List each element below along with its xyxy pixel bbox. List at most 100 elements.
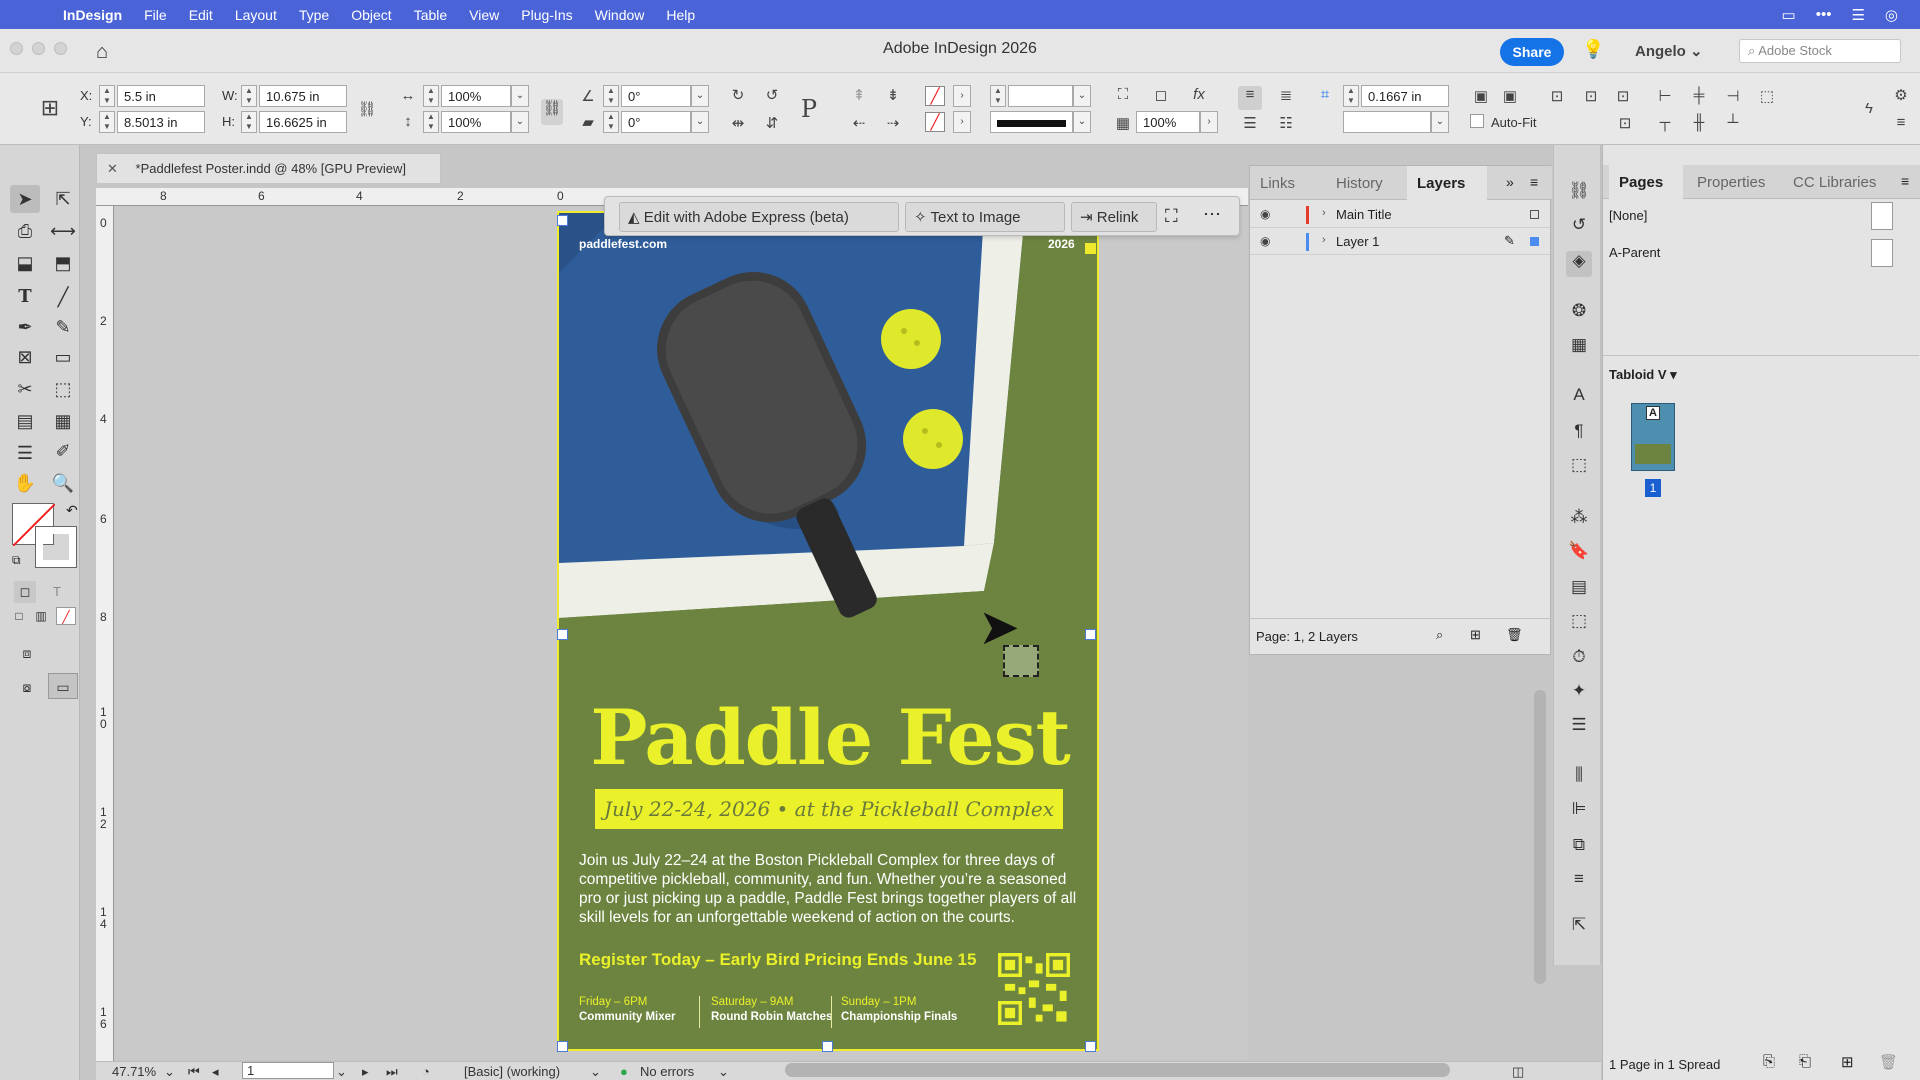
- flip-horizontal-icon[interactable]: ⇹: [727, 114, 749, 132]
- rotate-stepper[interactable]: ▲ ▼: [603, 85, 619, 107]
- share-button[interactable]: Share: [1500, 38, 1564, 66]
- align-top-edges-icon[interactable]: ┬: [1654, 114, 1676, 131]
- shear-stepper[interactable]: ▲ ▼: [603, 111, 619, 133]
- text-to-image-button[interactable]: ✧ Text to Image: [905, 202, 1065, 232]
- open-page-icon[interactable]: ◔: [422, 1064, 430, 1079]
- zoom-dropdown-icon[interactable]: ⌄: [164, 1064, 175, 1080]
- edit-page-size-icon[interactable]: ⎘: [1763, 1053, 1775, 1070]
- frame-fitting-icon[interactable]: ⛶: [1112, 86, 1134, 103]
- relink-button[interactable]: ⇥ Relink: [1071, 202, 1157, 232]
- rectangle-frame-tool-icon[interactable]: ⊠: [10, 343, 40, 371]
- menu-file[interactable]: File: [133, 7, 178, 23]
- gap-tool-icon[interactable]: ⌗: [1314, 86, 1336, 103]
- select-next-icon[interactable]: ⇢: [882, 114, 904, 132]
- search-icon[interactable]: ⌕: [1436, 627, 1443, 643]
- fit-proportional-icon[interactable]: ⊡: [1546, 87, 1568, 105]
- fill-none-icon[interactable]: ╱: [925, 86, 945, 106]
- note-tool-icon[interactable]: ☰: [10, 439, 40, 467]
- page-dropdown-icon[interactable]: ⌄: [336, 1064, 347, 1080]
- scale-y-field[interactable]: 100%: [441, 111, 511, 133]
- hand-tool-icon[interactable]: ✋: [10, 469, 40, 497]
- auto-fit-icon[interactable]: ⊡: [1614, 114, 1636, 132]
- type-tool-icon[interactable]: T: [10, 283, 40, 311]
- text-wrap-icon[interactable]: ☰: [1566, 715, 1592, 741]
- y-field[interactable]: 8.5013 in: [117, 111, 205, 133]
- align-text-center-icon[interactable]: ≣: [1274, 86, 1298, 104]
- swap-fill-stroke-icon[interactable]: ↶: [66, 502, 78, 519]
- visibility-eye-icon[interactable]: ◉: [1260, 207, 1270, 221]
- page-number[interactable]: 1: [1645, 479, 1661, 497]
- poster-description[interactable]: Join us July 22–24 at the Boston Pickleb…: [579, 851, 1079, 927]
- export-icon[interactable]: ⇱: [1566, 915, 1592, 941]
- autofit-checkbox[interactable]: [1470, 114, 1484, 128]
- menu-table[interactable]: Table: [403, 7, 458, 23]
- stroke-none-icon[interactable]: ╱: [925, 112, 945, 132]
- direct-selection-tool-icon[interactable]: ⇱: [48, 185, 78, 213]
- menu-plugins[interactable]: Plug-Ins: [510, 7, 583, 23]
- layer-row[interactable]: ◉ › Main Title: [1250, 202, 1550, 228]
- presentation-mode-icon[interactable]: ▭: [48, 673, 78, 699]
- page-tool-icon[interactable]: ⎙: [10, 217, 40, 245]
- formatting-text-icon[interactable]: T: [46, 581, 68, 603]
- page-size-dropdown[interactable]: Tabloid V ▾: [1609, 367, 1677, 383]
- new-page-icon[interactable]: ⊞: [1841, 1053, 1854, 1071]
- horizontal-scrollbar[interactable]: [785, 1063, 1450, 1077]
- scale-y-stepper[interactable]: ▲ ▼: [423, 111, 439, 133]
- selection-handle[interactable]: [1085, 629, 1096, 640]
- poster-title[interactable]: Paddle Fest: [559, 693, 1097, 782]
- menu-window[interactable]: Window: [584, 7, 656, 23]
- zoom-tool-icon[interactable]: 🔍: [48, 469, 78, 497]
- align-justify-icon[interactable]: ☰: [1238, 114, 1262, 132]
- tab-properties[interactable]: Properties: [1687, 165, 1775, 199]
- tab-history[interactable]: History: [1326, 166, 1393, 200]
- poster-register[interactable]: Register Today – Early Bird Pricing Ends…: [579, 950, 976, 970]
- animation-icon[interactable]: ✦: [1566, 681, 1592, 707]
- apply-gradient-icon[interactable]: ▥: [32, 607, 50, 625]
- document-tab[interactable]: ✕ *Paddlefest Poster.indd @ 48% [GPU Pre…: [96, 153, 441, 183]
- align-horizontal-centers-icon[interactable]: ╪: [1688, 87, 1710, 104]
- master-thumbnail[interactable]: [1871, 239, 1893, 267]
- layer-row[interactable]: ◉ › Layer 1 ✎: [1250, 229, 1550, 255]
- bookmarks-icon[interactable]: 🔖: [1566, 541, 1592, 567]
- rotate-ccw-icon[interactable]: ↺: [761, 86, 783, 104]
- character-styles-icon[interactable]: A: [1566, 385, 1592, 411]
- align-to-selection-icon[interactable]: ⬚: [1756, 87, 1778, 105]
- page-thumbnail[interactable]: A: [1631, 403, 1675, 471]
- pathfinder-icon[interactable]: ⧉: [1566, 835, 1592, 861]
- rotate-dropdown[interactable]: ⌄: [691, 85, 709, 107]
- eyedropper-tool-icon[interactable]: ✐: [48, 437, 78, 465]
- menu-edit[interactable]: Edit: [178, 7, 224, 23]
- menu-layout[interactable]: Layout: [224, 7, 288, 23]
- select-container-icon[interactable]: ⇞: [848, 86, 870, 104]
- h-field[interactable]: 16.6625 in: [259, 111, 347, 133]
- gap-stepper[interactable]: ▲ ▼: [1343, 85, 1359, 107]
- align-icon[interactable]: ⊫: [1566, 799, 1592, 825]
- panel-menu-icon[interactable]: ≡: [1901, 173, 1909, 189]
- timing-icon[interactable]: ⏱: [1566, 647, 1592, 673]
- page-field[interactable]: 1: [242, 1062, 334, 1079]
- links-icon[interactable]: ⛓: [1566, 181, 1592, 207]
- shear-field[interactable]: 0°: [621, 111, 691, 133]
- layer-select-box[interactable]: [1530, 237, 1539, 246]
- adobe-stock-search[interactable]: ⌕ Adobe Stock: [1739, 39, 1901, 63]
- tab-links[interactable]: Links: [1250, 166, 1305, 200]
- tab-cc-libraries[interactable]: CC Libraries: [1783, 165, 1886, 199]
- lightbulb-icon[interactable]: 💡: [1582, 39, 1604, 60]
- first-page-icon[interactable]: ⏮: [188, 1064, 200, 1080]
- stroke-weight-stepper[interactable]: ▲ ▼: [990, 85, 1006, 107]
- y-stepper[interactable]: ▲ ▼: [99, 111, 115, 133]
- fit-content-icon[interactable]: ▣: [1500, 87, 1520, 105]
- more-options-icon[interactable]: ⋯: [1203, 204, 1221, 225]
- w-stepper[interactable]: ▲ ▼: [241, 85, 257, 107]
- control-center-icon[interactable]: ☰: [1851, 6, 1864, 24]
- selection-handle[interactable]: [557, 629, 568, 640]
- select-content-icon[interactable]: ⇟: [882, 86, 904, 104]
- scale-x-field[interactable]: 100%: [441, 85, 511, 107]
- align-left-edges-icon[interactable]: ⊢: [1654, 87, 1676, 105]
- poster-year[interactable]: 2026: [1048, 237, 1075, 251]
- zoom-level[interactable]: 47.71%: [112, 1064, 156, 1079]
- gap-field[interactable]: 0.1667 in: [1361, 85, 1449, 107]
- split-window-icon[interactable]: ◫: [1512, 1064, 1524, 1080]
- panel-menu-icon[interactable]: ≡: [1530, 174, 1538, 190]
- reference-point-icon[interactable]: ⊞: [34, 95, 66, 121]
